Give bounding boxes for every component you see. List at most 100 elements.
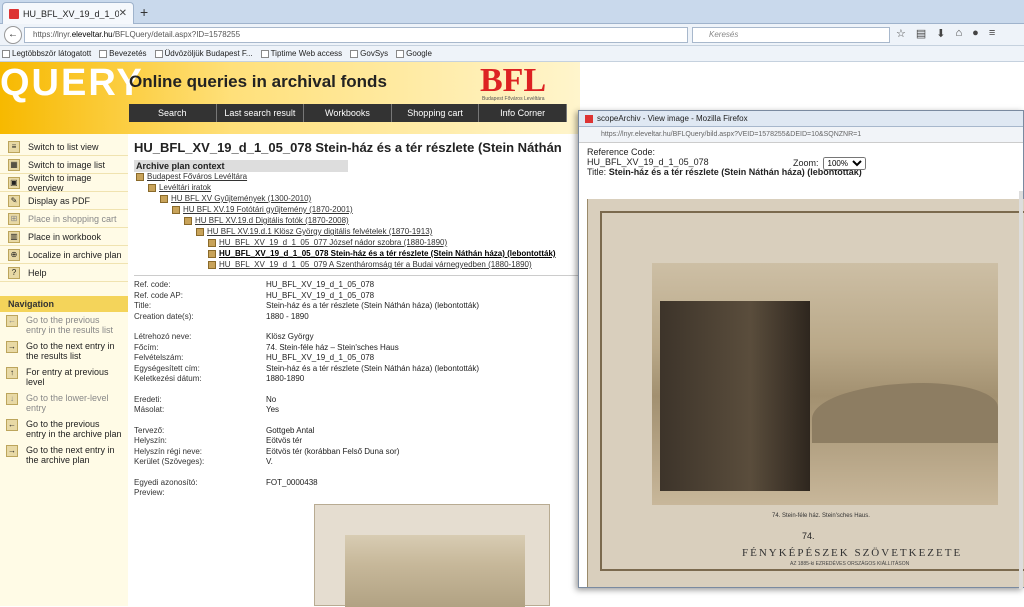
popup-scrollbar[interactable] (1019, 191, 1023, 589)
sidebar-item-list-view[interactable]: ≡ Switch to list view (0, 138, 128, 156)
document-icon (208, 249, 216, 258)
bookmark-icon (260, 49, 269, 58)
zoom-select[interactable]: 100% (822, 157, 866, 170)
tree-item[interactable]: HU_BFL_XV_19_d_1_05_079 A Szentháromság … (134, 260, 580, 271)
folder-icon (184, 216, 192, 225)
firefox-icon (585, 114, 593, 123)
tree-item[interactable]: HU_BFL_XV_19_d_1_05_077 József nádor szo… (134, 238, 580, 249)
new-tab-icon[interactable]: + (140, 4, 148, 20)
ref-label: Reference Code: (587, 147, 656, 157)
menu-info-corner[interactable]: Info Corner (479, 104, 567, 122)
bookmark-item[interactable]: Google (396, 49, 432, 58)
download-icon[interactable]: ⬇ (936, 27, 945, 40)
field-row: Tervező: Gottgeb Antal (134, 425, 315, 435)
bookmark-icon (154, 49, 163, 58)
fields-group: Ref. code: HU_BFL_XV_19_d_1_05_078 Ref. c… (134, 280, 580, 322)
menu-last-result[interactable]: Last search result (217, 104, 305, 122)
folder-icon (196, 227, 204, 236)
sidebar-item-image-list[interactable]: ▦ Switch to image list (0, 156, 128, 174)
document-icon (208, 238, 216, 247)
tree-item[interactable]: HU BFL XV.19 Fotótári gyűjtemény (1870-2… (134, 205, 580, 216)
browser-tab[interactable]: HU_BFL_XV_19_d_1_05_078 ... ✕ (2, 2, 134, 24)
site-title: Online queries in archival fonds (129, 72, 387, 91)
zoom-control: Zoom: 100% (793, 157, 866, 170)
home-icon[interactable]: ⌂ (956, 27, 963, 40)
nav-prev-archive[interactable]: ← Go to the previous entry in the archive… (0, 416, 128, 442)
popup-url[interactable]: https://lnyr.eleveltar.hu/BFLQuery/bild.… (579, 127, 1023, 143)
field-row: Egységesített cím: Stein-ház és a tér rés… (134, 363, 479, 373)
menu-search[interactable]: Search (129, 104, 217, 122)
pdf-icon: ✎ (8, 194, 20, 207)
arrow-down-icon: ↓ (6, 393, 18, 405)
bookmark-icon (396, 49, 405, 58)
tree-item[interactable]: HU BFL XV.19.d Digitális fotók (1870-200… (134, 216, 580, 227)
studio-sub: AZ 1885-ki EZREDÉVES ORSZÁGOS KIÁLLITÁSO… (790, 561, 910, 567)
bookmark-icon (350, 49, 359, 58)
studio-name: FÉNYKÉPÉSZEK SZÖVETKEZETE (742, 547, 963, 559)
nav-next-archive[interactable]: → Go to the next entry in the archive pla… (0, 442, 128, 468)
overview-icon: ▣ (8, 176, 20, 189)
sidebar-item-image-overview[interactable]: ▣ Switch to image overview (0, 173, 128, 193)
arrow-left-icon: ← (6, 419, 18, 431)
photo-caption: 74. Stein-féle ház. Stein'sches Haus. (772, 513, 870, 519)
field-row: Ref. code AP: HU_BFL_XV_19_d_1_05_078 (134, 290, 375, 300)
main-content: HU_BFL_XV_19_d_1_05_078 Stein-ház és a t… (134, 134, 580, 607)
field-row: Eredeti: No (134, 394, 277, 404)
sidebar-item-pdf[interactable]: ✎ Display as PDF (0, 192, 128, 210)
star-icon[interactable]: ☆ (896, 27, 906, 40)
sidebar-item-help[interactable]: ? Help (0, 264, 128, 282)
photo-number: 74. (802, 531, 815, 541)
fields-group: Eredeti: No Másolat: Yes (134, 395, 580, 416)
preview-image[interactable] (314, 504, 550, 607)
tree-item[interactable]: HU BFL XV Gyűjtemények (1300-2010) (134, 194, 580, 205)
tree-item-current: HU_BFL_XV_19_d_1_05_078 Stein-ház és a t… (134, 249, 580, 260)
arrow-left-icon: ← (6, 315, 18, 327)
help-icon: ? (8, 266, 20, 279)
tree-item[interactable]: Budapest Főváros Levéltára (134, 172, 580, 183)
field-row: Ref. code: HU_BFL_XV_19_d_1_05_078 (134, 280, 375, 289)
field-row: Keletkezési dátum: 1880-1890 (134, 374, 305, 383)
sidebar-item-workbook[interactable]: ▥ Place in workbook (0, 228, 128, 246)
sidebar-item-localize[interactable]: ⊕ Localize in archive plan (0, 246, 128, 264)
address-bar[interactable]: https://lnyr.eleveltar.hu/BFLQuery/detai… (24, 27, 688, 43)
tree-item[interactable]: HU BFL XV.19.d.1 Klösz György digitális … (134, 227, 580, 238)
sidebar: ≡ Switch to list view ▦ Switch to image li… (0, 134, 128, 606)
hill-shape (812, 383, 998, 443)
image-viewer-window: scopeArchiv - View image - Mozilla Firef… (578, 110, 1024, 589)
menu-workbooks[interactable]: Workbooks (304, 104, 392, 122)
bfl-logo: BFL Budapest Főváros Levéltára (480, 62, 547, 102)
archive-photo[interactable]: 74. Stein-féle ház. Stein'sches Haus. FÉ… (587, 199, 1024, 587)
menu-icon[interactable]: ≡ (989, 27, 995, 40)
search-field[interactable]: Keresés (692, 27, 890, 43)
bookmark-item[interactable]: Bevezetés (99, 49, 147, 58)
field-row: Preview: (134, 488, 165, 497)
arrow-right-icon: → (6, 341, 18, 353)
nav-prev-result: ← Go to the previous entry in the results… (6, 315, 114, 335)
folder-icon (172, 205, 180, 214)
back-icon[interactable]: ← (4, 26, 22, 44)
menu-shopping-cart[interactable]: Shopping cart (392, 104, 480, 122)
bookmark-item[interactable]: Tiptime Web access (260, 49, 342, 58)
arrow-right-icon: → (6, 445, 18, 457)
navigation-bar: ← https://lnyr.eleveltar.hu/BFLQuery/det… (0, 24, 1024, 46)
list-icon: ≡ (8, 140, 20, 153)
tree-item[interactable]: Levéltári iratok (134, 183, 580, 194)
field-row: Creation date(s): 1880 - 1890 (134, 311, 309, 321)
popup-titlebar: scopeArchiv - View image - Mozilla Firef… (579, 111, 1023, 127)
nav-prev-level[interactable]: ↑ For entry at previous level (0, 364, 128, 390)
localize-icon: ⊕ (8, 248, 20, 261)
divider (134, 275, 580, 276)
nav-next-result[interactable]: → Go to the next entry in the results lis… (0, 338, 128, 364)
field-row: Title: Stein-ház és a tér részlete (Stein… (134, 301, 479, 310)
archive-tree: Budapest Főváros Levéltára Levéltári ira… (134, 172, 580, 271)
photo-image (652, 263, 998, 505)
bookmark-item[interactable]: GovSys (350, 49, 388, 58)
close-tab-icon[interactable]: ✕ (119, 8, 127, 19)
field-row: Felvételszám: HU_BFL_XV_19_d_1_05_078 (134, 353, 375, 362)
fields-group: Egyedi azonosító: FOT_0000438 Preview: (134, 478, 580, 499)
bookmark-item[interactable]: Üdvözöljük Budapest F... (154, 49, 253, 58)
bookmark-item[interactable]: Legtöbbször látogatott (2, 49, 91, 58)
reading-list-icon[interactable]: ▤ (916, 27, 926, 40)
field-row: Másolat: Yes (134, 405, 280, 414)
chat-icon[interactable]: ● (972, 27, 979, 40)
